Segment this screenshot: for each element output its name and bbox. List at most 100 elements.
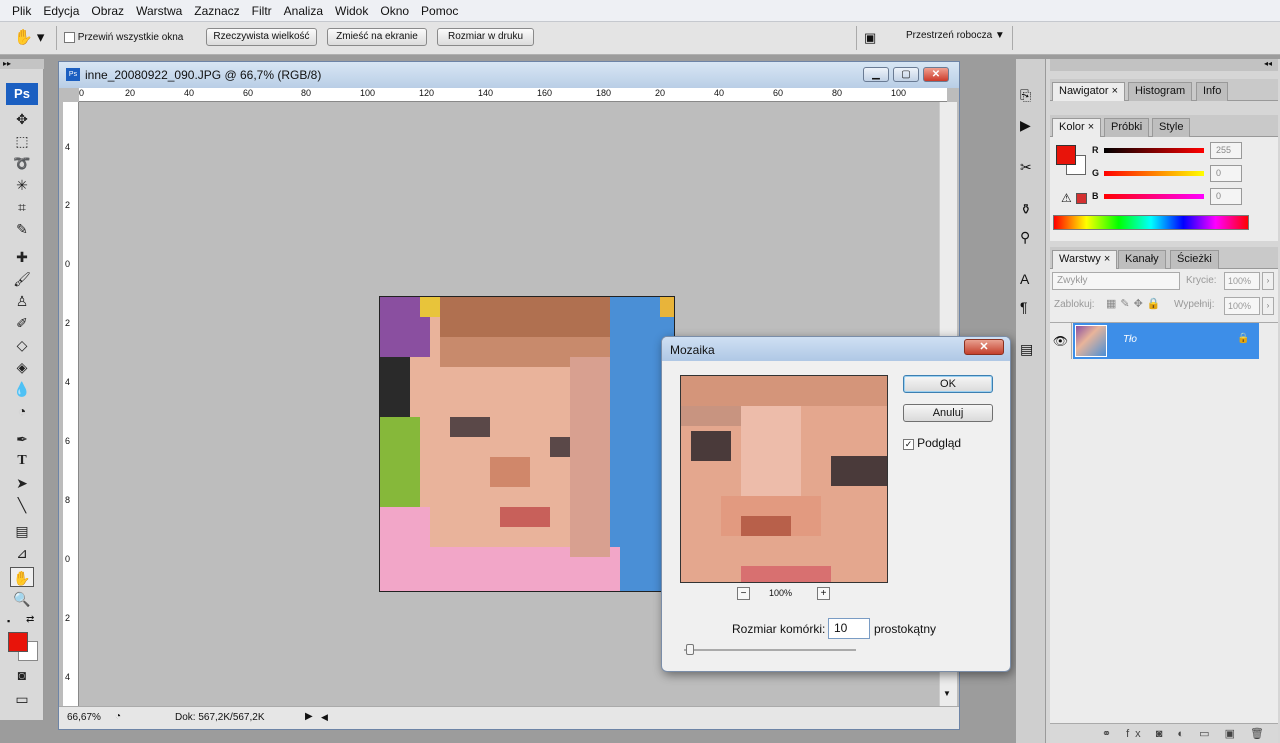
menu-zaznacz[interactable]: Zaznacz bbox=[188, 0, 245, 22]
g-slider[interactable] bbox=[1104, 171, 1204, 176]
pen-tool-icon[interactable]: ✒ bbox=[10, 429, 34, 449]
type-tool-icon[interactable]: T bbox=[10, 451, 34, 471]
character-panel-icon[interactable]: A bbox=[1020, 271, 1029, 287]
minimize-button[interactable]: ▁ bbox=[863, 67, 889, 82]
screen-mode-icon[interactable]: ▭ bbox=[10, 689, 34, 709]
menu-analiza[interactable]: Analiza bbox=[278, 0, 329, 22]
dialog-titlebar[interactable]: Mozaika ✕ bbox=[662, 337, 1010, 361]
color-sampler-icon[interactable]: ⊿ bbox=[10, 543, 34, 563]
mosaic-image[interactable] bbox=[379, 296, 675, 592]
default-colors-icon[interactable]: ▪ bbox=[7, 616, 10, 626]
blend-mode-select[interactable]: Zwykły bbox=[1052, 272, 1180, 290]
actions-panel-icon[interactable]: ▶ bbox=[1020, 117, 1031, 134]
brush-tool-icon[interactable]: 🖌 bbox=[10, 269, 34, 289]
scroll-left-icon[interactable]: ◀ bbox=[321, 712, 328, 723]
layer-comps-icon[interactable]: ▤ bbox=[1020, 341, 1033, 358]
preview-toggle[interactable]: ✓ Podgląd bbox=[903, 436, 961, 450]
layer-row-background[interactable]: Tło 🔒 bbox=[1073, 323, 1259, 359]
gamut-swatch[interactable] bbox=[1076, 193, 1087, 204]
swap-colors-icon[interactable]: ⇄ bbox=[26, 614, 34, 625]
eyedropper-tool-icon[interactable]: ✎ bbox=[10, 219, 34, 239]
status-menu-arrow-icon[interactable]: ▶ bbox=[305, 711, 313, 722]
menu-okno[interactable]: Okno bbox=[374, 0, 415, 22]
zoom-tool-icon[interactable]: 🔍 bbox=[10, 589, 34, 609]
cell-size-slider-thumb[interactable] bbox=[686, 644, 694, 655]
cell-size-slider-track[interactable] bbox=[684, 649, 856, 651]
r-slider[interactable] bbox=[1104, 148, 1204, 153]
ok-button[interactable]: OK bbox=[903, 375, 993, 393]
menu-obraz[interactable]: Obraz bbox=[85, 0, 130, 22]
tab-histogram[interactable]: Histogram bbox=[1128, 82, 1193, 101]
hand-tool-icon[interactable]: ✋ bbox=[10, 567, 34, 587]
panel-collapse-icon[interactable]: ◂◂ bbox=[1050, 59, 1278, 71]
filter-preview[interactable] bbox=[680, 375, 888, 583]
menu-warstwa[interactable]: Warstwa bbox=[130, 0, 188, 22]
quick-mask-icon[interactable]: ◙ bbox=[10, 665, 34, 685]
menu-pomoc[interactable]: Pomoc bbox=[415, 0, 464, 22]
zoom-level[interactable]: 66,67% bbox=[67, 712, 101, 723]
tab-swatches[interactable]: Próbki bbox=[1104, 118, 1150, 137]
marquee-tool-icon[interactable]: ⬚ bbox=[10, 131, 34, 151]
zoom-out-button[interactable]: − bbox=[737, 587, 750, 600]
fill-field[interactable]: 100% bbox=[1224, 297, 1260, 315]
cancel-button[interactable]: Anuluj bbox=[903, 404, 993, 422]
tab-layers[interactable]: Warstwy × bbox=[1052, 250, 1118, 269]
crop-tool-icon[interactable]: ⌗ bbox=[10, 197, 34, 217]
zoom-in-button[interactable]: + bbox=[817, 587, 830, 600]
notes-tool-icon[interactable]: ▤ bbox=[10, 521, 34, 541]
gamut-warning-icon[interactable]: ⚠ bbox=[1061, 191, 1072, 205]
scroll-down-icon[interactable]: ▼ bbox=[943, 689, 951, 698]
cell-size-input[interactable]: 10 bbox=[828, 618, 870, 639]
tab-styles[interactable]: Style bbox=[1152, 118, 1191, 137]
clone-stamp-icon[interactable]: ♙ bbox=[10, 291, 34, 311]
opacity-arrow-icon[interactable]: › bbox=[1262, 272, 1274, 290]
layer-visibility-icon[interactable]: 👁 bbox=[1050, 323, 1072, 359]
layer-actions-bar[interactable]: ⚭ fx ◙ ◐ ▭ ▣ 🗑 bbox=[1050, 723, 1278, 743]
lasso-tool-icon[interactable]: ➰ bbox=[10, 153, 34, 173]
fit-screen-button[interactable]: Zmieść na ekranie bbox=[327, 28, 427, 46]
opacity-field[interactable]: 100% bbox=[1224, 272, 1260, 290]
scroll-all-checkbox[interactable] bbox=[64, 32, 75, 43]
close-button[interactable]: ✕ bbox=[923, 67, 949, 82]
workspace-menu[interactable]: Przestrzeń robocza ▼ bbox=[906, 30, 1005, 41]
paint-bucket-icon[interactable]: ◈ bbox=[10, 357, 34, 377]
tab-info[interactable]: Info bbox=[1196, 82, 1229, 101]
clone-source-icon[interactable]: ⚲ bbox=[1020, 229, 1030, 246]
line-tool-icon[interactable]: ╲ bbox=[10, 495, 34, 515]
status-info-icon[interactable]: ◔ bbox=[115, 711, 121, 722]
paragraph-panel-icon[interactable]: ¶ bbox=[1020, 299, 1028, 315]
tab-navigator[interactable]: Nawigator × bbox=[1052, 82, 1126, 101]
move-tool-icon[interactable]: ✥ bbox=[10, 109, 34, 129]
menu-widok[interactable]: Widok bbox=[329, 0, 374, 22]
dialog-close-button[interactable]: ✕ bbox=[964, 339, 1004, 355]
tab-channels[interactable]: Kanały bbox=[1118, 250, 1166, 269]
dodge-tool-icon[interactable]: ◔ bbox=[10, 401, 34, 421]
path-selection-icon[interactable]: ➤ bbox=[10, 473, 34, 493]
menu-filtr[interactable]: Filtr bbox=[246, 0, 278, 22]
r-value-field[interactable]: 255 bbox=[1210, 142, 1242, 159]
fill-arrow-icon[interactable]: › bbox=[1262, 297, 1274, 315]
hand-tool-preset-icon[interactable]: ✋ ▾ bbox=[14, 28, 50, 48]
foreground-color-swatch[interactable] bbox=[8, 632, 28, 652]
b-slider[interactable] bbox=[1104, 194, 1204, 199]
tab-paths[interactable]: Ścieżki bbox=[1170, 250, 1219, 269]
magic-wand-icon[interactable]: ✳ bbox=[10, 175, 34, 195]
b-value-field[interactable]: 0 bbox=[1210, 188, 1242, 205]
healing-brush-icon[interactable]: ✚ bbox=[10, 247, 34, 267]
color-spectrum-bar[interactable] bbox=[1053, 215, 1249, 230]
menu-edycja[interactable]: Edycja bbox=[37, 0, 85, 22]
scroll-all-windows[interactable]: Przewiń wszystkie okna bbox=[64, 32, 183, 46]
menu-plik[interactable]: Plik bbox=[6, 0, 37, 22]
document-titlebar[interactable]: Ps inne_20080922_090.JPG @ 66,7% (RGB/8)… bbox=[59, 62, 959, 88]
workspace-icon[interactable]: ▣ bbox=[864, 28, 886, 48]
tab-color[interactable]: Kolor × bbox=[1052, 118, 1102, 137]
toolbox-collapse-icon[interactable]: ▸▸ bbox=[0, 59, 44, 69]
maximize-button[interactable]: ▢ bbox=[893, 67, 919, 82]
history-brush-icon[interactable]: ✐ bbox=[10, 313, 34, 333]
preview-checkbox[interactable]: ✓ bbox=[903, 438, 914, 450]
eraser-tool-icon[interactable]: ◇ bbox=[10, 335, 34, 355]
lock-icons[interactable]: ▦✎✥🔒 bbox=[1106, 297, 1165, 310]
tools-presets-icon[interactable]: ✂ bbox=[1020, 159, 1032, 176]
blur-tool-icon[interactable]: 💧 bbox=[10, 379, 34, 399]
actual-size-button[interactable]: Rzeczywista wielkość bbox=[206, 28, 317, 46]
